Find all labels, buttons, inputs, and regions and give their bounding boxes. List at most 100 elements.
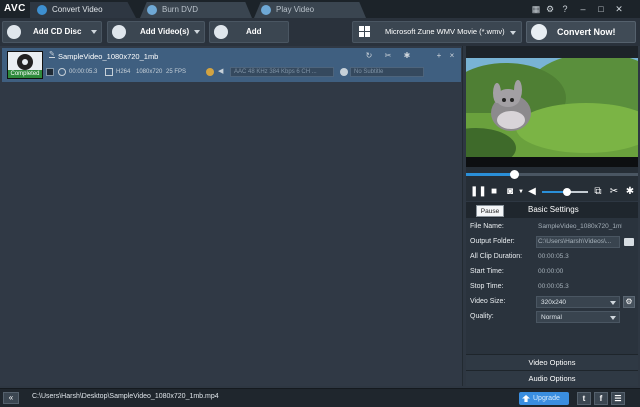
add-videos-button[interactable]: Add Video(s): [107, 21, 205, 43]
upgrade-label: Upgrade: [533, 395, 560, 402]
help-icon[interactable]: ?: [559, 3, 571, 15]
output-profile-select[interactable]: Microsoft Zune WMV Movie (*.wmv): [352, 21, 522, 43]
audio-track-select[interactable]: AAC 48 KHz 384 Kbps 6 CH ...: [230, 67, 334, 77]
cut-icon[interactable]: ✂: [608, 186, 620, 198]
maximize-icon[interactable]: □: [595, 3, 607, 15]
film-reel-icon: [17, 54, 33, 70]
subtitle-select[interactable]: No Subtitle: [350, 67, 424, 77]
chevron-down-icon: [610, 301, 616, 305]
start-time-field[interactable]: 00:00:00: [538, 268, 622, 275]
video-fps: 25 FPS: [166, 69, 187, 75]
app-logo: AVC: [4, 3, 26, 14]
tab-play-video[interactable]: Play Video: [254, 2, 366, 18]
tab-convert-video[interactable]: Convert Video: [30, 2, 136, 18]
effects-icon[interactable]: ✱: [403, 52, 411, 60]
setting-label: File Name:: [470, 223, 504, 230]
video-size-select[interactable]: 320x240: [536, 296, 620, 308]
close-icon[interactable]: ✕: [613, 3, 625, 15]
chevron-down-icon: [510, 31, 516, 35]
subtitle-icon: [340, 68, 348, 76]
gear-icon[interactable]: ⚙: [623, 296, 635, 308]
audio-settings-icon[interactable]: [206, 68, 214, 76]
twitter-icon[interactable]: t: [577, 392, 591, 405]
quality-select[interactable]: Normal: [536, 311, 620, 323]
status-bar: « C:\Users\Harsh\Desktop\SampleVideo_108…: [0, 388, 640, 407]
setting-label: Output Folder:: [470, 238, 515, 245]
setting-label: Quality:: [470, 313, 494, 320]
stop-time-row: Stop Time: 00:00:05.3: [466, 280, 638, 295]
add-cd-disc-label: Add CD Disc: [33, 27, 82, 36]
video-preview: [466, 58, 638, 157]
list-item[interactable]: Completed ✎ SampleVideo_1080x720_1mb 00:…: [2, 48, 461, 82]
effects-icon[interactable]: ✱: [624, 186, 636, 198]
output-profile-label: Microsoft Zune WMV Movie (*.wmv): [385, 27, 505, 36]
convert-video-icon: [37, 5, 47, 15]
file-path: C:\Users\Harsh\Desktop\SampleVideo_1080x…: [32, 393, 219, 400]
setting-label: Start Time:: [470, 268, 504, 275]
seek-bar[interactable]: [466, 167, 638, 183]
video-format-icon: [105, 68, 113, 76]
tab-label: Convert Video: [52, 5, 103, 14]
windows-icon: [359, 26, 371, 38]
facebook-icon[interactable]: f: [594, 392, 608, 405]
file-name-field[interactable]: SampleVideo_1080x720_1mb: [538, 223, 622, 230]
disc-icon: [147, 5, 157, 15]
speaker-icon: ◀: [218, 68, 224, 75]
play-icon: [261, 5, 271, 15]
volume-slider[interactable]: [542, 188, 588, 196]
menu-grid-icon[interactable]: ▦: [530, 3, 542, 15]
fullscreen-icon[interactable]: ⧉: [592, 186, 604, 198]
chevron-down-icon[interactable]: [194, 30, 200, 34]
seek-handle[interactable]: [510, 170, 520, 179]
add-urls-button[interactable]: Add URL(s): [209, 21, 289, 56]
video-options-button[interactable]: Video Options: [466, 354, 638, 370]
checkbox[interactable]: [46, 68, 54, 76]
stop-icon[interactable]: ■: [488, 186, 500, 198]
edit-icon[interactable]: ✎: [49, 51, 55, 58]
tab-burn-dvd[interactable]: Burn DVD: [140, 2, 252, 18]
add-icon[interactable]: +: [435, 52, 443, 60]
convert-now-button[interactable]: Convert Now!: [526, 21, 636, 43]
quality-value: Normal: [541, 314, 562, 321]
settings-header: Pause Basic Settings: [466, 202, 638, 218]
menu-icon[interactable]: ☰: [611, 392, 625, 405]
output-folder-row: Output Folder: C:\Users\Harsh\Videos\...: [466, 235, 638, 250]
player-top-band: [466, 46, 638, 58]
collapse-icon[interactable]: «: [3, 392, 19, 404]
title-bar: AVC Convert Video Burn DVD Play Video ▦ …: [0, 0, 640, 18]
add-cd-disc-button[interactable]: Add CD Disc: [2, 21, 102, 43]
upgrade-button[interactable]: Upgrade: [519, 392, 569, 405]
video-thumbnail: Completed: [7, 51, 43, 79]
crop-icon[interactable]: ✂: [384, 52, 392, 60]
speaker-icon[interactable]: ◀: [526, 186, 538, 198]
video-size-value: 320x240: [541, 299, 566, 306]
status-badge: Completed: [8, 70, 42, 78]
clip-duration-value: 00:00:05.3: [538, 253, 569, 260]
gear-icon[interactable]: ⚙: [544, 3, 556, 15]
upgrade-arrow-icon: [522, 395, 530, 402]
app-window: AVC Convert Video Burn DVD Play Video ▦ …: [0, 0, 640, 407]
video-resolution: 1080x720: [136, 69, 163, 75]
globe-add-icon: [214, 25, 228, 39]
file-list: Completed ✎ SampleVideo_1080x720_1mb 00:…: [0, 46, 463, 386]
audio-options-button[interactable]: Audio Options: [466, 370, 638, 386]
player-bottom-band: [466, 157, 638, 167]
chevron-down-icon: [610, 316, 616, 320]
tab-label: Play Video: [276, 5, 315, 14]
folder-icon[interactable]: [624, 238, 634, 246]
close-icon[interactable]: ×: [448, 52, 456, 60]
preview-frame: [466, 58, 638, 157]
pause-icon[interactable]: ❚❚: [470, 186, 487, 198]
clip-duration-row: All Clip Duration: 00:00:05.3: [466, 250, 638, 265]
setting-label: Stop Time:: [470, 283, 504, 290]
tab-label: Burn DVD: [162, 5, 199, 14]
minimize-icon[interactable]: –: [577, 3, 589, 15]
stop-time-field[interactable]: 00:00:05.3: [538, 283, 622, 290]
quality-row: Quality: Normal: [466, 310, 638, 325]
refresh-icon[interactable]: ↻: [365, 52, 373, 60]
add-videos-label: Add Video(s): [140, 27, 190, 36]
settings-title: Basic Settings: [528, 205, 579, 214]
volume-handle[interactable]: [563, 188, 572, 196]
setting-label: Video Size:: [470, 298, 506, 305]
chevron-down-icon[interactable]: [91, 30, 97, 34]
